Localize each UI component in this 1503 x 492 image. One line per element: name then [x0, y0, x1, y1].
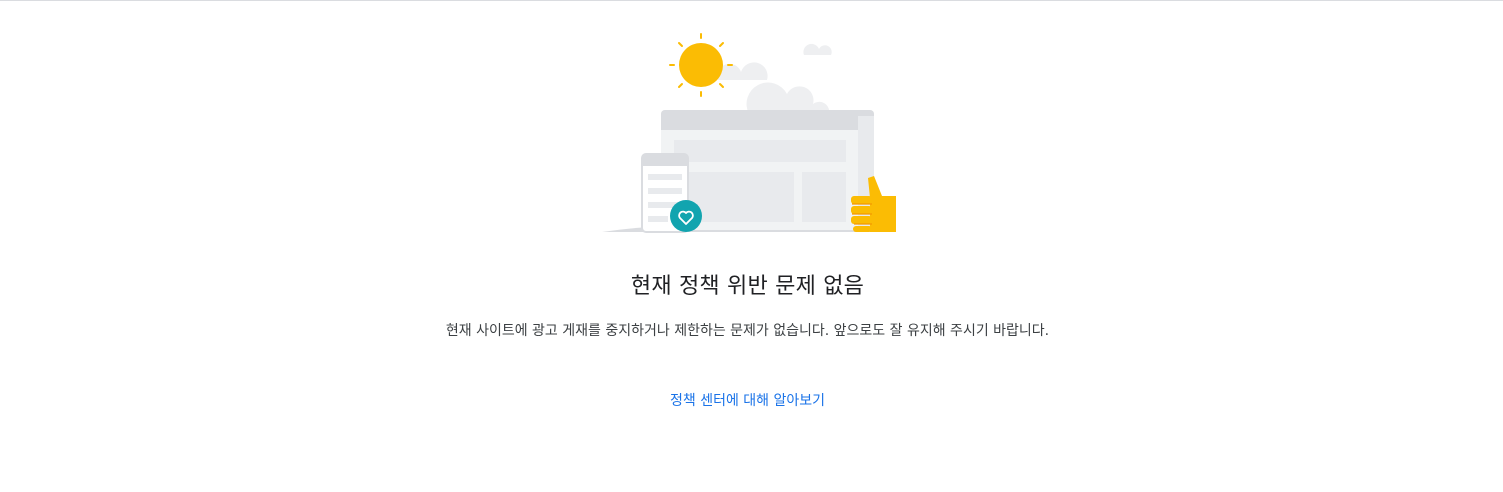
no-issues-illustration: [602, 33, 896, 233]
policy-empty-state: 현재 정책 위반 문제 없음 현재 사이트에 광고 게재를 중지하거나 제한하는…: [0, 0, 1503, 492]
sun-icon: [669, 33, 733, 97]
policy-center-link[interactable]: 정책 센터에 대해 알아보기: [670, 393, 825, 409]
heart-icon: [670, 200, 702, 232]
empty-state-title: 현재 정책 위반 문제 없음: [630, 274, 865, 299]
policy-center-link-container: 정책 센터에 대해 알아보기: [0, 390, 1495, 410]
empty-state-description: 현재 사이트에 광고 게재를 중지하거나 제한하는 문제가 없습니다. 앞으로도…: [445, 323, 1050, 339]
cloud-icon: [717, 43, 832, 114]
